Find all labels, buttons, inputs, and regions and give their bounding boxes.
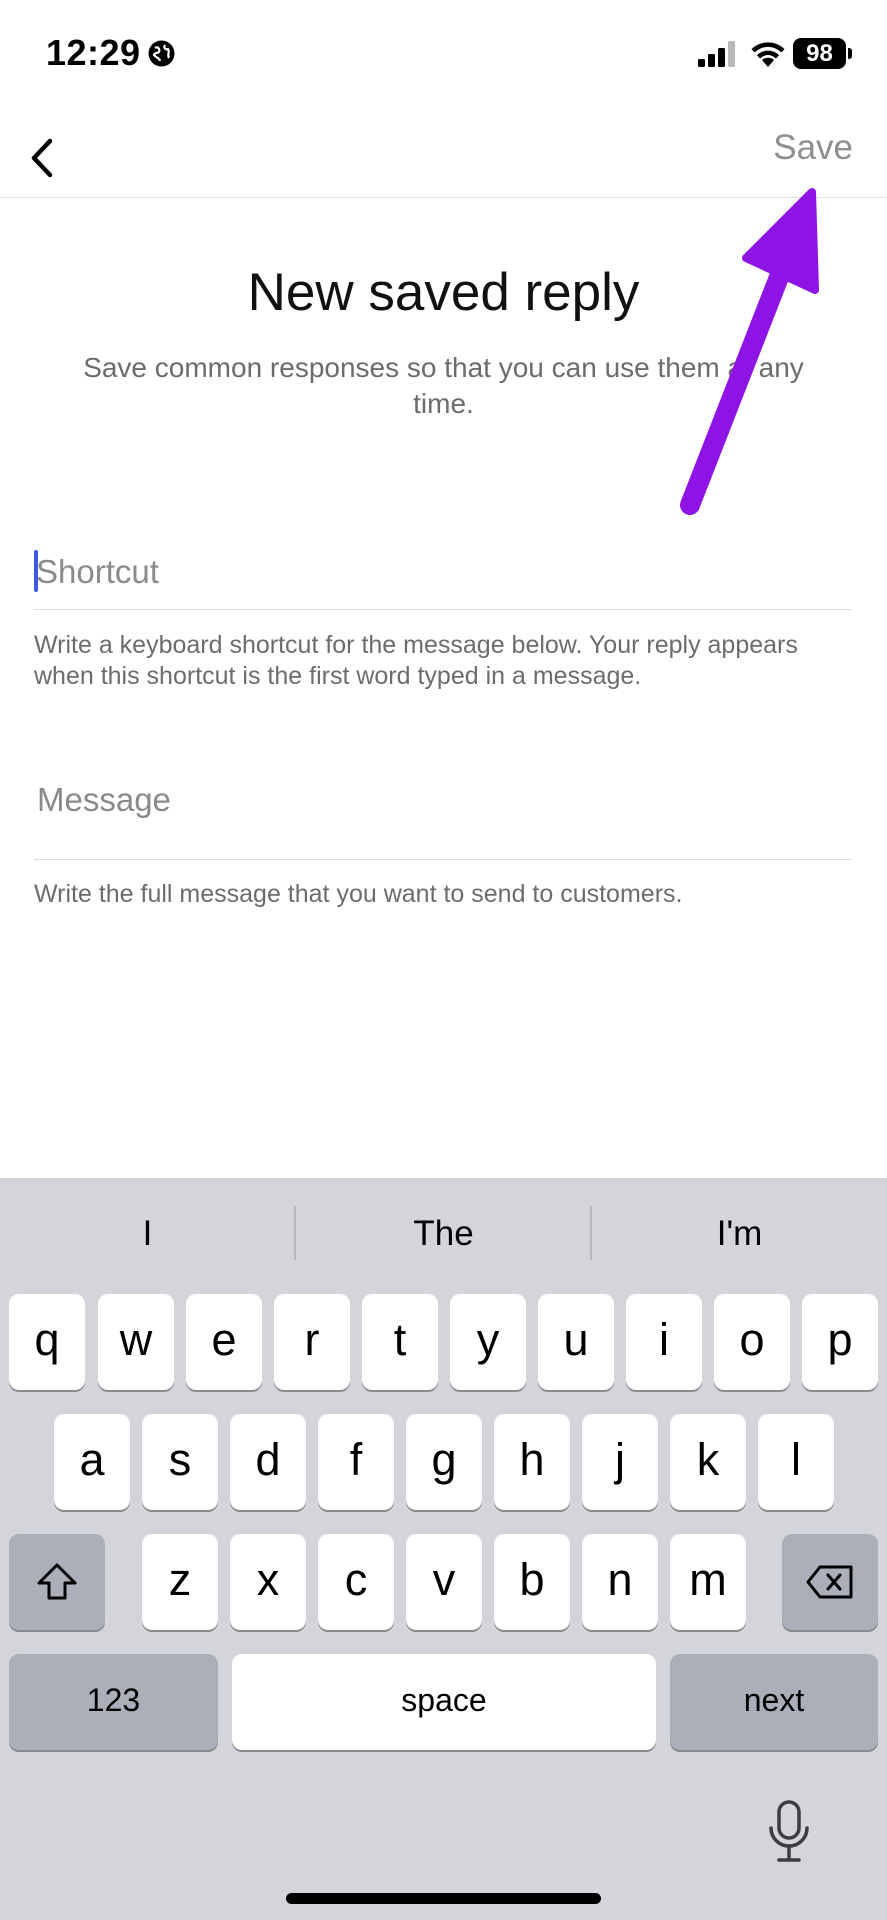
key-e[interactable]: e	[186, 1294, 262, 1390]
battery-tip	[848, 48, 852, 59]
suggestion-bar: I The I'm	[0, 1178, 887, 1290]
page-title: New saved reply	[247, 263, 640, 322]
message-helper-text: Write the full message that you want to …	[34, 880, 683, 908]
key-p[interactable]: p	[802, 1294, 878, 1390]
key-l[interactable]: l	[758, 1414, 834, 1510]
globe-icon	[148, 40, 175, 67]
key-b[interactable]: b	[494, 1534, 570, 1630]
nav-bar: Save	[0, 110, 887, 198]
key-c[interactable]: c	[318, 1534, 394, 1630]
wifi-icon	[751, 42, 785, 67]
message-input[interactable]	[34, 760, 852, 840]
key-y[interactable]: y	[450, 1294, 526, 1390]
key-w[interactable]: w	[98, 1294, 174, 1390]
key-r[interactable]: r	[274, 1294, 350, 1390]
key-a[interactable]: a	[54, 1414, 130, 1510]
key-v[interactable]: v	[406, 1534, 482, 1630]
key-n[interactable]: n	[582, 1534, 658, 1630]
suggestion-2[interactable]: The	[296, 1208, 591, 1260]
shortcut-helper-text: Write a keyboard shortcut for the messag…	[34, 631, 798, 690]
shift-key[interactable]	[9, 1534, 105, 1630]
key-d[interactable]: d	[230, 1414, 306, 1510]
suggestion-3[interactable]: I'm	[592, 1208, 887, 1260]
back-button[interactable]	[18, 120, 82, 190]
save-button[interactable]: Save	[773, 128, 853, 168]
battery-indicator: 98	[793, 38, 846, 69]
shortcut-input[interactable]	[34, 532, 852, 612]
backspace-icon	[806, 1565, 853, 1599]
status-bar: 12:29 98	[0, 0, 887, 110]
shortcut-field	[34, 510, 852, 612]
space-key[interactable]: space	[232, 1654, 656, 1750]
cellular-signal-icon	[698, 41, 735, 67]
chevron-left-icon	[31, 138, 53, 178]
microphone-icon[interactable]	[767, 1800, 811, 1864]
key-i[interactable]: i	[626, 1294, 702, 1390]
shift-icon	[37, 1563, 77, 1600]
key-h[interactable]: h	[494, 1414, 570, 1510]
next-key[interactable]: next	[670, 1654, 878, 1750]
message-field	[34, 740, 852, 860]
key-s[interactable]: s	[142, 1414, 218, 1510]
key-z[interactable]: z	[142, 1534, 218, 1630]
key-t[interactable]: t	[362, 1294, 438, 1390]
suggestion-1[interactable]: I	[0, 1208, 295, 1260]
status-time: 12:29	[46, 32, 141, 73]
key-u[interactable]: u	[538, 1294, 614, 1390]
key-x[interactable]: x	[230, 1534, 306, 1630]
key-k[interactable]: k	[670, 1414, 746, 1510]
key-q[interactable]: q	[9, 1294, 85, 1390]
key-m[interactable]: m	[670, 1534, 746, 1630]
key-g[interactable]: g	[406, 1414, 482, 1510]
numbers-key[interactable]: 123	[9, 1654, 218, 1750]
key-f[interactable]: f	[318, 1414, 394, 1510]
key-j[interactable]: j	[582, 1414, 658, 1510]
page-subtitle: Save common responses so that you can us…	[83, 352, 804, 419]
delete-key[interactable]	[782, 1534, 878, 1630]
home-indicator	[286, 1893, 601, 1904]
key-o[interactable]: o	[714, 1294, 790, 1390]
